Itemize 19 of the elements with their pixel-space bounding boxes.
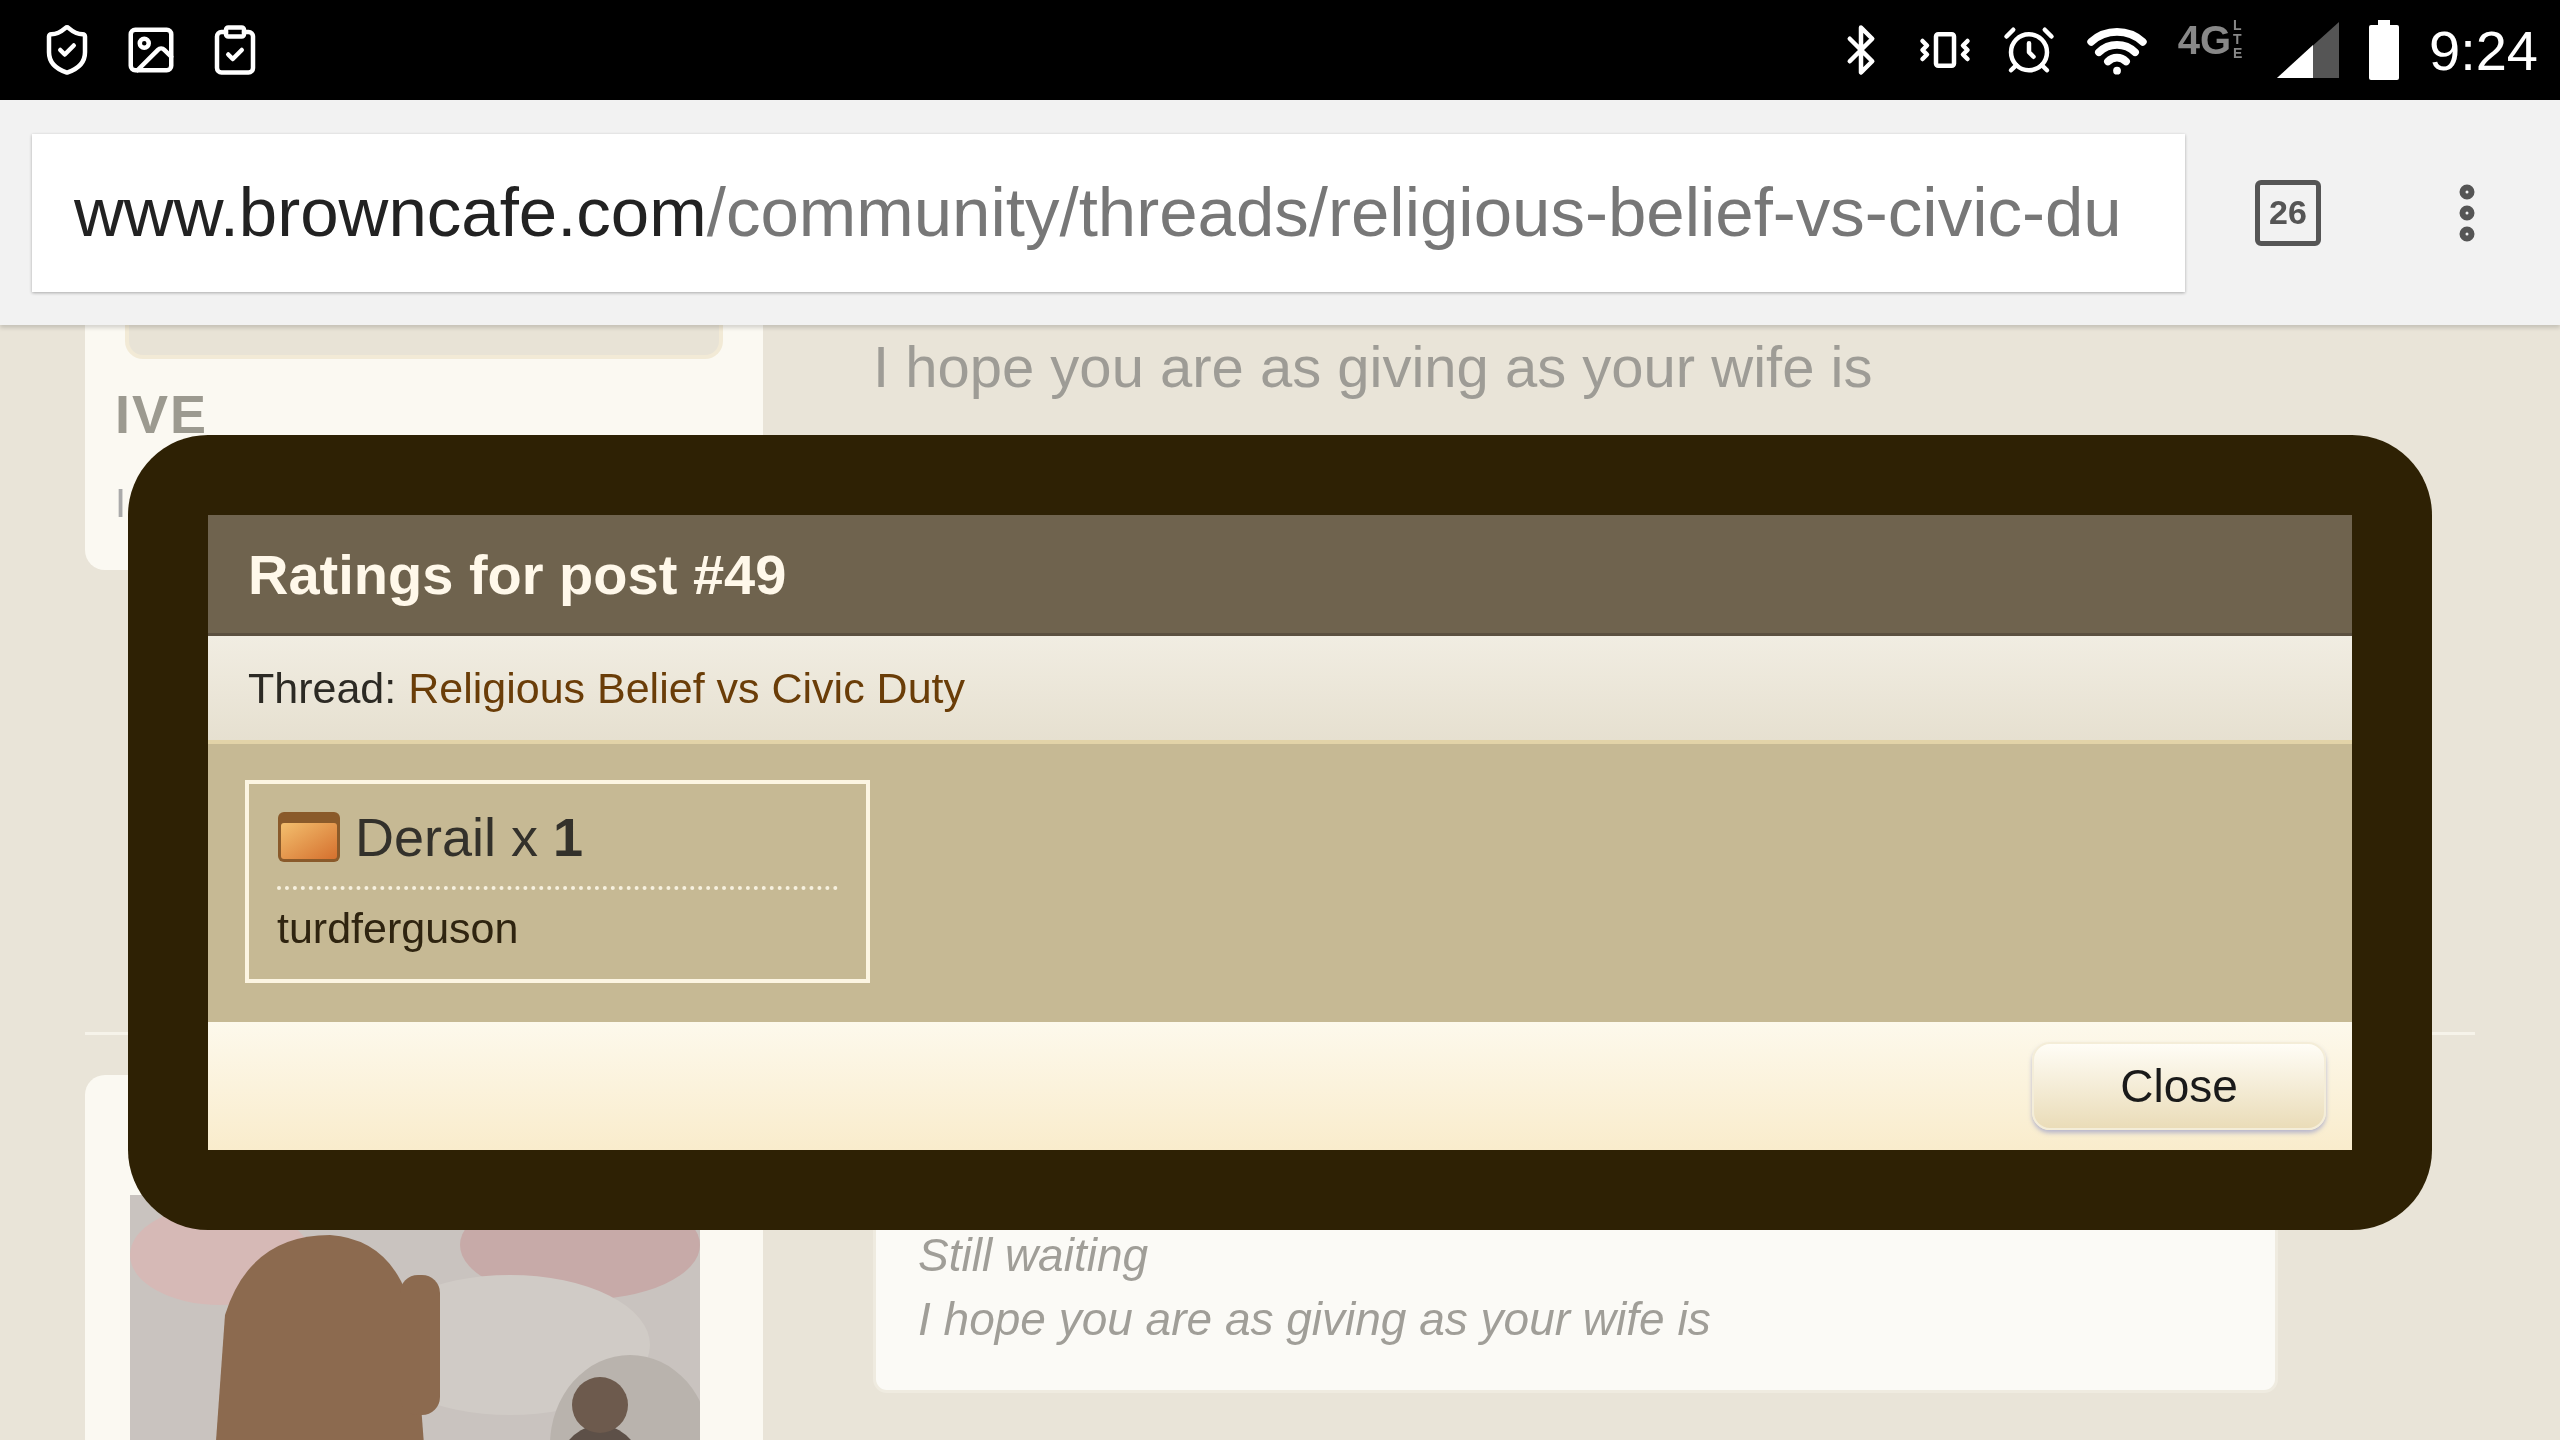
network-type: 4G <box>2177 17 2231 63</box>
thread-label: Thread: <box>248 663 397 713</box>
folder-icon <box>277 811 341 863</box>
battery-icon <box>2369 20 2399 80</box>
rating-label: Derail x 1 <box>355 806 584 868</box>
clock: 9:24 <box>2429 17 2538 83</box>
username: turdferguson <box>277 904 520 953</box>
post-text: I hope you are as giving as your wife is <box>873 333 1873 400</box>
dialog-title: Ratings for post #49 <box>248 541 787 607</box>
post-line: I hope you are as giving as your wife is <box>918 1292 1712 1346</box>
user-subtitle: I <box>115 481 127 526</box>
thread-link[interactable]: Religious Belief vs Civic Duty <box>408 663 965 713</box>
close-button[interactable]: Close <box>2032 1042 2326 1130</box>
post-line: Still waiting <box>918 1228 1150 1282</box>
signal-icon <box>2277 22 2339 78</box>
tab-count-button[interactable]: 26 <box>2255 179 2321 246</box>
network-subtype: LTE <box>2233 17 2244 60</box>
address-field[interactable]: www.browncafe.com/community/threads/religious-belief-vs-civic-du <box>32 133 2185 292</box>
user-title: IVE <box>115 387 209 441</box>
